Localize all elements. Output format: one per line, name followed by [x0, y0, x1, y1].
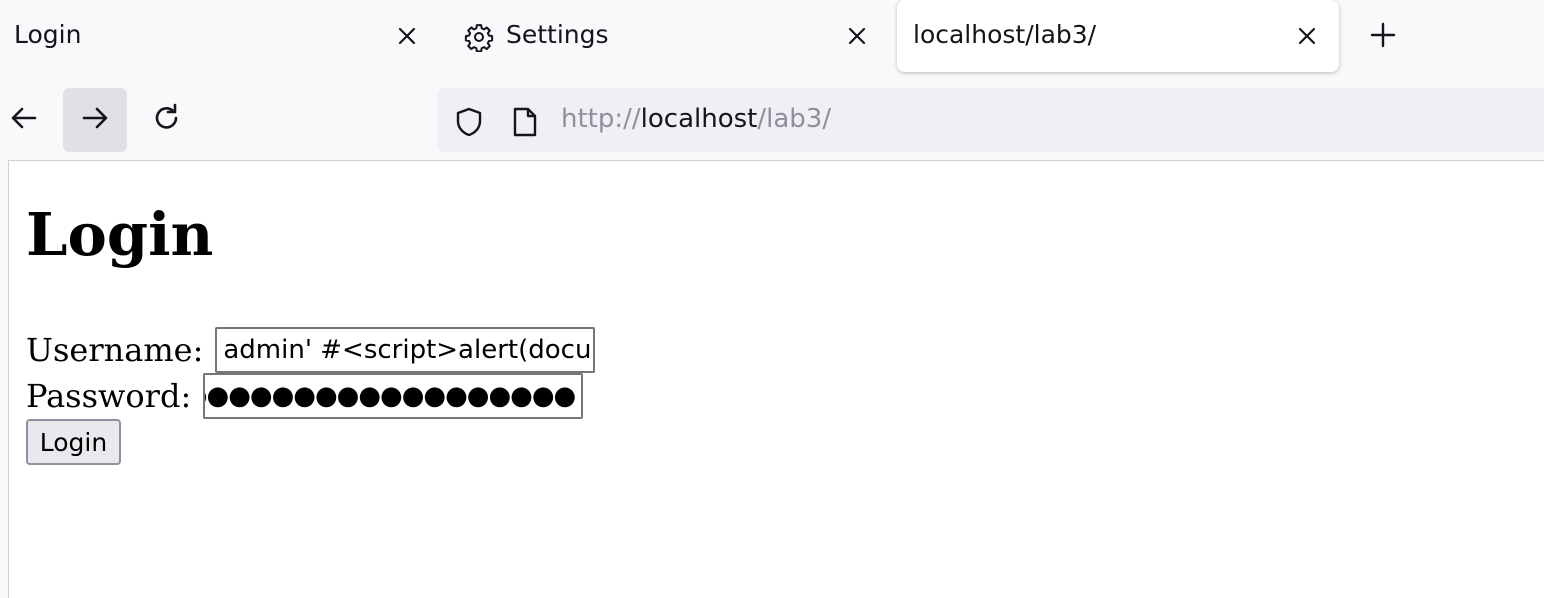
close-icon[interactable] — [843, 22, 871, 50]
close-icon[interactable] — [393, 22, 421, 50]
password-field[interactable]: ●●●●●●●●●●●●●●●●●● — [203, 373, 584, 419]
username-row: Username: admin' #<script>alert(docu — [26, 327, 596, 373]
url-scheme: http:// — [561, 104, 641, 134]
back-button[interactable] — [0, 88, 56, 152]
reload-icon — [151, 102, 183, 138]
new-tab-button[interactable] — [1362, 16, 1404, 58]
url-path: /lab3/ — [757, 104, 832, 134]
page-icon[interactable] — [511, 106, 539, 138]
page-content: Login Username: admin' #<script>alert(do… — [8, 160, 1544, 598]
reload-button[interactable] — [135, 88, 199, 152]
navigation-toolbar: http://localhost/lab3/ — [0, 80, 1544, 160]
tab-label: Settings — [506, 20, 609, 49]
password-mask: ●●●●●●●●●●●●●●●●●● — [203, 381, 576, 411]
shield-icon[interactable] — [453, 106, 485, 138]
password-label: Password: — [26, 377, 192, 415]
plus-icon — [1369, 21, 1397, 53]
tab-login[interactable]: Login — [0, 0, 440, 72]
login-button[interactable]: Login — [26, 419, 121, 465]
tab-label: Login — [14, 20, 82, 49]
arrow-left-icon — [8, 102, 40, 138]
url-text: http://localhost/lab3/ — [561, 104, 831, 134]
forward-button[interactable] — [63, 88, 127, 152]
close-icon[interactable] — [1293, 22, 1321, 50]
url-bar[interactable]: http://localhost/lab3/ — [437, 88, 1544, 152]
tab-label: localhost/lab3/ — [913, 20, 1097, 49]
tab-strip: Login Settings localhost/lab3/ — [0, 0, 1544, 80]
gear-icon — [464, 22, 494, 53]
url-host: localhost — [640, 104, 758, 134]
username-field[interactable]: admin' #<script>alert(docu — [215, 327, 596, 373]
username-value: admin' #<script>alert(docu — [223, 335, 592, 365]
username-label: Username: — [26, 331, 204, 369]
tab-localhost-lab3[interactable]: localhost/lab3/ — [897, 0, 1339, 72]
arrow-right-icon — [79, 102, 111, 138]
page-title: Login — [26, 200, 214, 269]
tab-settings[interactable]: Settings — [450, 0, 890, 72]
password-row: Password: ●●●●●●●●●●●●●●●●●● — [26, 373, 584, 419]
